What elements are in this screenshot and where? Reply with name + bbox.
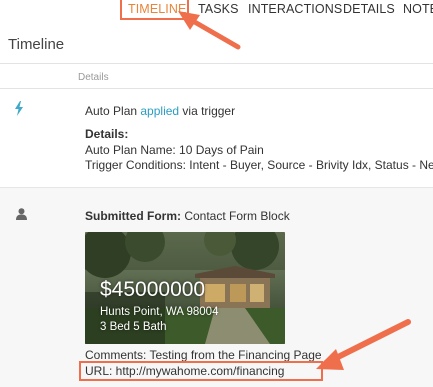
bolt-icon: [15, 101, 23, 116]
property-card[interactable]: $45000000 Hunts Point, WA 98004 3 Bed 5 …: [85, 232, 285, 344]
highlight-box-url: [79, 361, 323, 381]
tab-notes[interactable]: NOTES: [403, 2, 433, 16]
property-beds-baths: 3 Bed 5 Bath: [100, 321, 167, 333]
property-price: $45000000: [100, 278, 206, 301]
tab-details[interactable]: DETAILS: [343, 2, 395, 16]
tab-bar: TIMELINE TASKS INTERACTIONS DETAILS NOTE…: [0, 0, 433, 26]
form-label: Submitted Form:: [85, 209, 181, 223]
property-address: Hunts Point, WA 98004: [100, 306, 219, 318]
divider: [0, 88, 433, 89]
timeline-panel: TIMELINE TASKS INTERACTIONS DETAILS NOTE…: [0, 0, 433, 387]
summary-prefix: Auto Plan: [85, 104, 141, 118]
divider: [0, 63, 433, 64]
form-name: Contact Form Block: [181, 209, 290, 223]
page-title: Timeline: [8, 36, 65, 53]
applied-link[interactable]: applied: [140, 104, 179, 118]
column-header-details: Details: [78, 72, 109, 83]
trigger-conditions: Trigger Conditions: Intent - Buyer, Sour…: [85, 158, 433, 172]
user-icon: [16, 208, 27, 220]
highlight-box-timeline-tab: [120, 0, 189, 20]
tab-interactions[interactable]: INTERACTIONS: [248, 2, 342, 16]
form-comments: Comments: Testing from the Financing Pag…: [85, 348, 322, 362]
submitted-form-line: Submitted Form: Contact Form Block: [85, 209, 290, 223]
auto-plan-summary: Auto Plan applied via trigger: [85, 104, 235, 118]
details-heading: Details:: [85, 127, 129, 141]
summary-suffix: via trigger: [179, 104, 236, 118]
tab-tasks[interactable]: TASKS: [198, 2, 239, 16]
auto-plan-name: Auto Plan Name: 10 Days of Pain: [85, 143, 264, 157]
